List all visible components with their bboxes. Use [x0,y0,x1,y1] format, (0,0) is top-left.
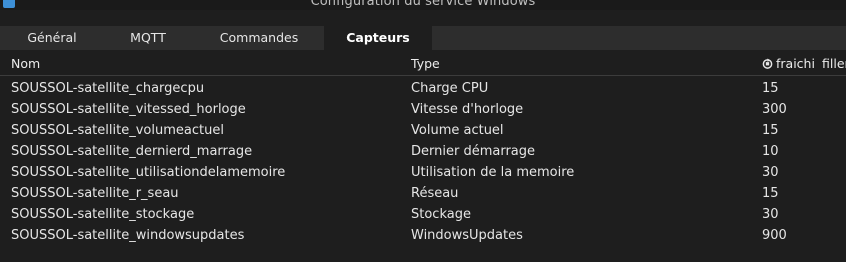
sensors-panel: Nom Type fraichi filler SOUSSOL-satellit… [0,50,846,262]
cell-type: Utilisation de la memoire [411,165,575,180]
cell-nom: SOUSSOL-satellite_chargecpu [11,81,205,96]
cell-nom: SOUSSOL-satellite_dernierd_marrage [11,144,253,159]
cell-nom: SOUSSOL-satellite_vitessed_horloge [11,102,246,117]
cell-refresh: 10 [762,144,779,159]
window-title: Configuration du service Windows [310,0,536,9]
cell-type: Dernier démarrage [411,144,536,159]
cell-type: Vitesse d'horloge [411,102,524,117]
tab-general[interactable]: Général [4,26,100,50]
table-row[interactable]: SOUSSOL-satellite_volumeactuel Volume ac… [0,121,846,142]
cell-refresh: 15 [762,123,779,138]
table-row[interactable]: SOUSSOL-satellite_utilisationdelamemoire… [0,163,846,184]
cell-type: Volume actuel [411,123,504,138]
column-header-refresh-label: fraichi [776,56,815,71]
cell-refresh: 300 [762,102,787,117]
tab-mqtt[interactable]: MQTT [100,26,196,50]
table-row[interactable]: SOUSSOL-satellite_r_seau Réseau 15 [0,184,846,205]
tab-commandes[interactable]: Commandes [196,26,322,50]
refresh-icon [762,58,773,69]
title-bar: Configuration du service Windows [0,0,846,10]
cell-nom: SOUSSOL-satellite_windowsupdates [11,228,245,243]
table-row[interactable]: SOUSSOL-satellite_stockage Stockage 30 [0,205,846,226]
cell-refresh: 30 [762,207,779,222]
tab-bar: Général MQTT Commandes Capteurs [0,26,846,50]
column-header-filler[interactable]: filler [822,56,846,71]
table-row[interactable]: SOUSSOL-satellite_dernierd_marrage Derni… [0,142,846,163]
cell-nom: SOUSSOL-satellite_r_seau [11,186,179,201]
cell-type: Réseau [411,186,459,201]
cell-nom: SOUSSOL-satellite_utilisationdelamemoire [11,165,286,180]
table-row[interactable]: SOUSSOL-satellite_vitessed_horloge Vites… [0,100,846,121]
table-header: Nom Type fraichi filler [0,50,846,76]
cell-type: Stockage [411,207,471,222]
column-header-refresh[interactable]: fraichi [762,56,815,71]
cell-refresh: 15 [762,81,779,96]
cell-refresh: 900 [762,228,787,243]
cell-refresh: 15 [762,186,779,201]
column-header-nom[interactable]: Nom [11,56,40,71]
cell-type: WindowsUpdates [411,228,523,243]
cell-refresh: 30 [762,165,779,180]
table-row[interactable]: SOUSSOL-satellite_chargecpu Charge CPU 1… [0,79,846,100]
table-row[interactable]: SOUSSOL-satellite_windowsupdates Windows… [0,226,846,247]
tab-capteurs[interactable]: Capteurs [324,26,432,50]
cell-nom: SOUSSOL-satellite_stockage [11,207,195,222]
cell-nom: SOUSSOL-satellite_volumeactuel [11,123,224,138]
column-header-type[interactable]: Type [411,56,440,71]
cell-type: Charge CPU [411,81,489,96]
